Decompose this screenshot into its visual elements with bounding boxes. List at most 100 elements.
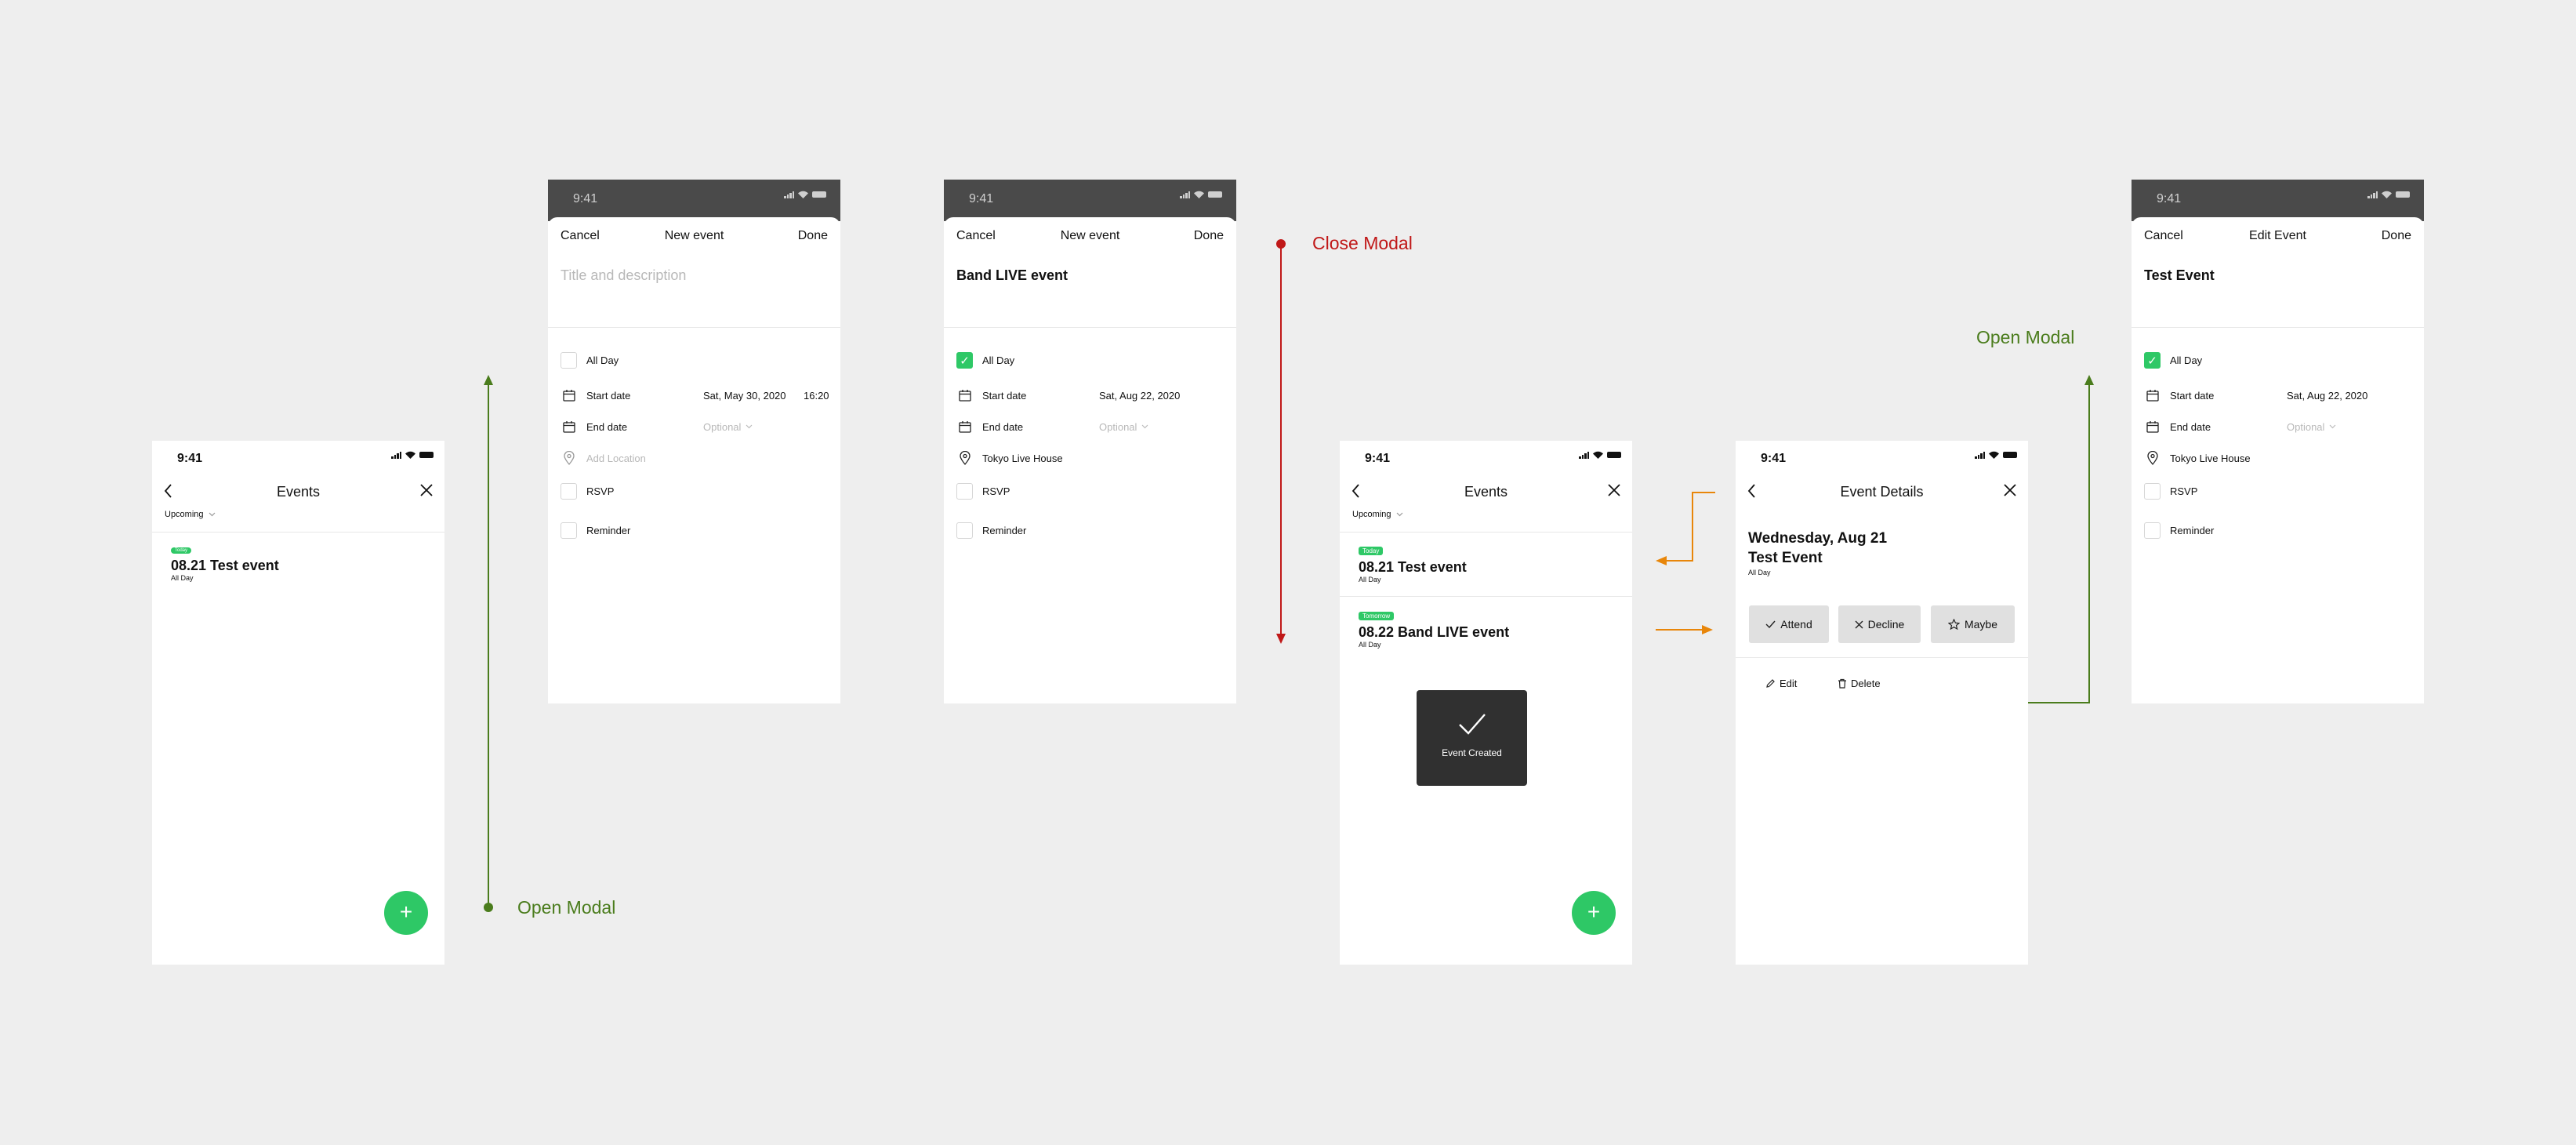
done-button[interactable]: Done: [1194, 229, 1224, 243]
add-event-button[interactable]: +: [1572, 891, 1616, 935]
allday-checkbox[interactable]: [561, 351, 577, 369]
start-date-row[interactable]: Start date Sat, Aug 22, 2020: [956, 386, 1224, 405]
start-date-row[interactable]: Start date Sat, Aug 22, 2020: [2144, 386, 2411, 405]
reminder-checkbox[interactable]: [561, 522, 577, 539]
done-button[interactable]: Done: [2382, 229, 2411, 243]
location-placeholder: Add Location: [586, 452, 646, 464]
signal-icon: [391, 451, 401, 459]
close-icon[interactable]: [418, 482, 435, 499]
end-date-row[interactable]: End date Optional: [561, 417, 828, 436]
close-icon[interactable]: [1605, 482, 1623, 499]
list-item[interactable]: Today 08.21 Test event All Day: [171, 541, 279, 582]
decline-button[interactable]: Decline: [1838, 605, 1921, 643]
divider: [1340, 596, 1632, 597]
filter-dropdown[interactable]: Upcoming: [165, 510, 216, 519]
status-time: 9:41: [573, 192, 598, 205]
check-icon: [1458, 714, 1486, 735]
status-time: 9:41: [969, 192, 994, 205]
toast: Event Created: [1417, 690, 1527, 786]
allday-checkbox[interactable]: ✓: [956, 351, 973, 369]
reminder-row[interactable]: Reminder: [561, 521, 828, 540]
location-row[interactable]: Tokyo Live House: [956, 449, 1224, 467]
battery-icon: [1607, 452, 1621, 458]
location-row[interactable]: Add Location: [561, 449, 828, 467]
battery-icon: [1208, 191, 1222, 198]
modal-sheet: Cancel New event Done Title and descript…: [548, 217, 840, 703]
rsvp-label: RSVP: [2170, 485, 2198, 497]
rsvp-label: RSVP: [982, 485, 1010, 497]
reminder-checkbox[interactable]: [2144, 522, 2161, 539]
modal-backdrop: 9:41: [2132, 180, 2424, 221]
list-item[interactable]: Today 08.21 Test event All Day: [1359, 543, 1467, 583]
list-item[interactable]: Tomorrow 08.22 Band LIVE event All Day: [1359, 608, 1509, 649]
event-title: 08.22 Band LIVE event: [1359, 624, 1510, 640]
divider: [1340, 532, 1632, 533]
signal-icon: [1180, 191, 1190, 198]
status-time: 9:41: [1761, 452, 1787, 465]
start-date-row[interactable]: Start date Sat, May 30, 2020 16:20: [561, 386, 829, 405]
delete-button[interactable]: Delete: [1838, 678, 1881, 689]
wifi-icon: [798, 191, 808, 198]
allday-label: All Day: [586, 354, 619, 366]
end-date-row[interactable]: End date Optional: [2144, 417, 2411, 436]
maybe-label: Maybe: [1964, 618, 1998, 631]
start-date-label: Start date: [2170, 389, 2215, 402]
page-title: Events: [1464, 484, 1508, 500]
system-icons: [2367, 191, 2410, 198]
rsvp-checkbox[interactable]: [561, 482, 577, 500]
status-time: 9:41: [1365, 452, 1391, 465]
rsvp-row[interactable]: RSVP: [2144, 482, 2411, 500]
title-input[interactable]: Title and description: [561, 267, 686, 284]
start-time-value: 16:20: [804, 389, 829, 402]
attend-button[interactable]: Attend: [1749, 605, 1829, 643]
pencil-icon: [1766, 679, 1775, 688]
wifi-icon: [1194, 191, 1204, 198]
status-bar: 9:41: [1736, 441, 2028, 475]
maybe-button[interactable]: Maybe: [1931, 605, 2015, 643]
reminder-label: Reminder: [2170, 524, 2215, 536]
end-date-value: Optional: [2287, 420, 2325, 433]
reminder-row[interactable]: Reminder: [956, 521, 1224, 540]
event-subtitle: All Day: [1748, 569, 1771, 576]
chevron-down-icon: [2329, 424, 2336, 429]
location-value: Tokyo Live House: [982, 452, 1063, 464]
rsvp-row[interactable]: RSVP: [956, 482, 1224, 500]
location-row[interactable]: Tokyo Live House: [2144, 449, 2411, 467]
allday-row[interactable]: All Day: [561, 351, 828, 369]
wifi-icon: [2382, 191, 2392, 198]
status-badge: Today: [1359, 547, 1384, 555]
done-button[interactable]: Done: [798, 229, 828, 243]
battery-icon: [812, 191, 826, 198]
rsvp-checkbox[interactable]: [956, 482, 973, 500]
decline-label: Decline: [1867, 618, 1905, 631]
toast-message: Event Created: [1442, 747, 1502, 758]
nav-bar: Event Details: [1736, 475, 2028, 507]
system-icons: [1180, 191, 1222, 198]
allday-row[interactable]: ✓ All Day: [956, 351, 1224, 369]
title-input[interactable]: Test Event: [2144, 267, 2215, 284]
system-icons: [784, 191, 826, 198]
allday-checkbox[interactable]: ✓: [2144, 351, 2161, 369]
close-icon: [1855, 620, 1863, 628]
event-title: Test Event: [1748, 550, 1823, 566]
rsvp-checkbox[interactable]: [2144, 482, 2161, 500]
check-icon: [1765, 620, 1776, 628]
reminder-checkbox[interactable]: [956, 522, 973, 539]
location-pin-icon: [956, 451, 973, 465]
event-title: 08.21 Test event: [1359, 559, 1467, 575]
reminder-row[interactable]: Reminder: [2144, 521, 2411, 540]
screen-edit-event: 9:41 Cancel Edit Event Done Test Event ✓…: [2132, 180, 2424, 703]
close-icon[interactable]: [2001, 482, 2019, 499]
add-event-button[interactable]: +: [384, 891, 428, 935]
battery-icon: [419, 452, 434, 458]
edit-button[interactable]: Edit: [1765, 678, 1797, 689]
calendar-icon: [561, 389, 577, 402]
end-date-row[interactable]: End date Optional: [956, 417, 1224, 436]
filter-dropdown[interactable]: Upcoming: [1352, 510, 1403, 519]
allday-label: All Day: [2170, 354, 2203, 366]
rsvp-row[interactable]: RSVP: [561, 482, 828, 500]
allday-row[interactable]: ✓ All Day: [2144, 351, 2411, 369]
title-input[interactable]: Band LIVE event: [956, 267, 1068, 284]
page-title: Event Details: [1840, 484, 1924, 500]
status-bar: 9:41: [152, 441, 444, 475]
